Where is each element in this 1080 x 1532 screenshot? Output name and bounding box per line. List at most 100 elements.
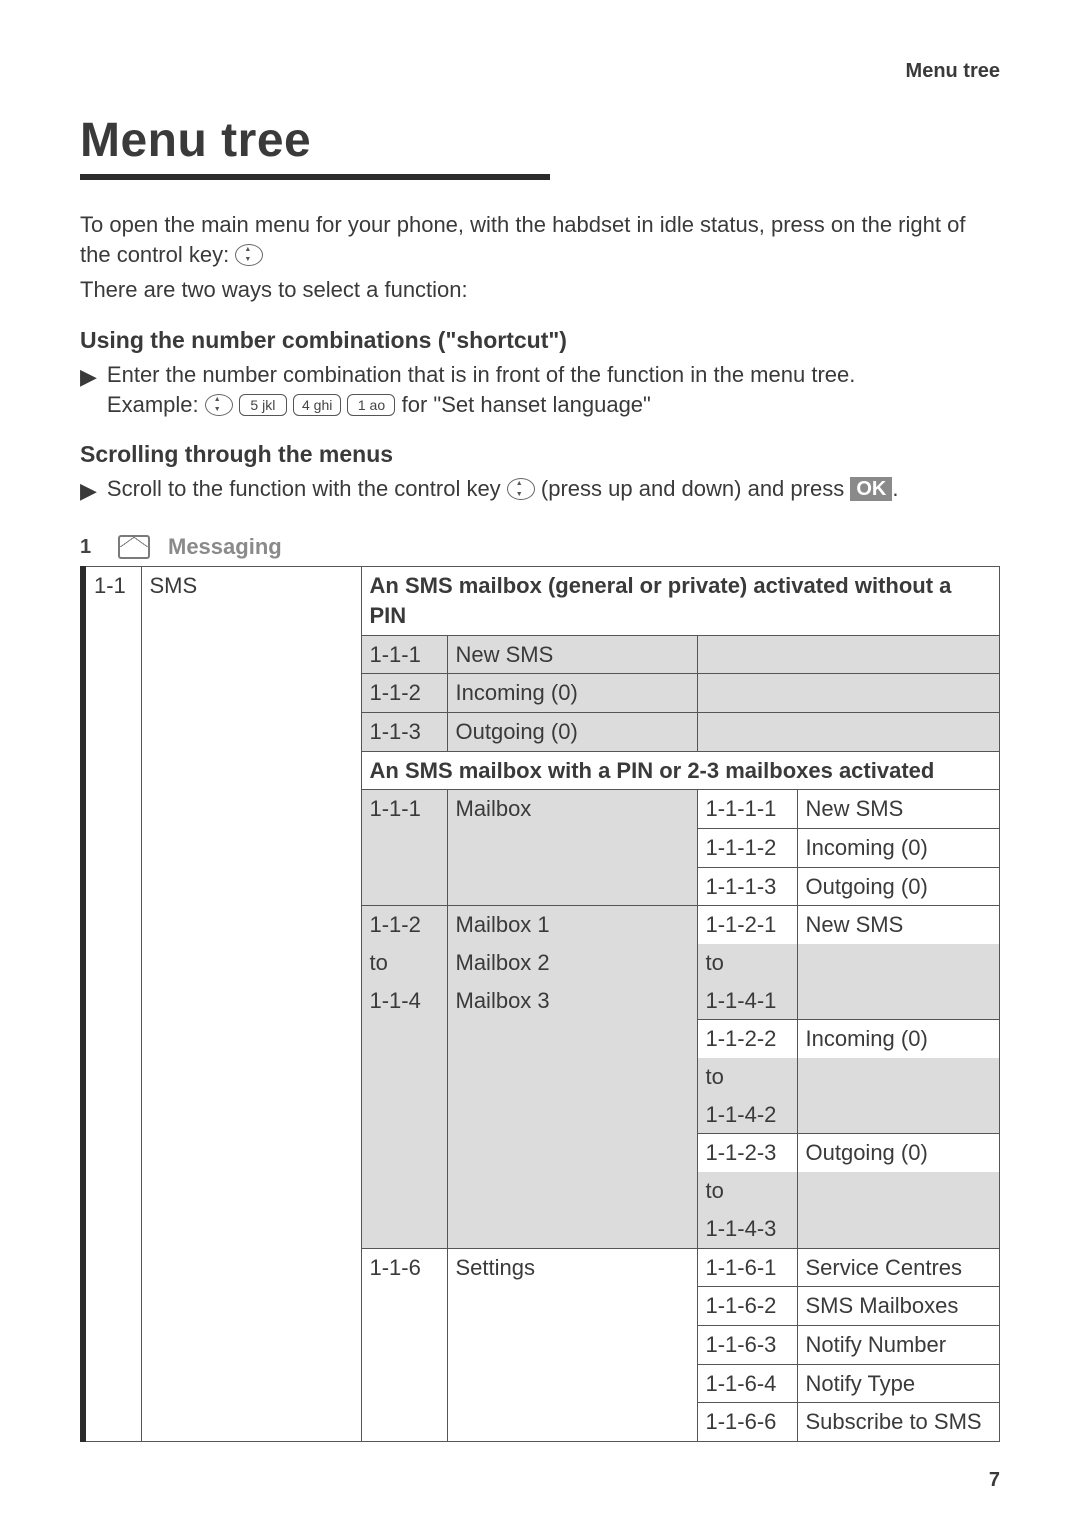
table-row: 1-1-6-6 Subscribe to SMS	[83, 1403, 1000, 1442]
key-1-icon: 1 ao	[347, 394, 395, 416]
cell-name: Incoming (0)	[447, 674, 697, 713]
cell-sub-index: 1-1-4-2	[697, 1096, 797, 1134]
cell-index: 1-1-2	[361, 906, 447, 944]
cell-sub-name: Outgoing (0)	[797, 867, 1000, 906]
cell-index: 1-1-4	[361, 982, 447, 1020]
triangle-bullet-icon: ▶	[80, 360, 97, 419]
scrolling-text-end: .	[892, 476, 898, 501]
table-row: 1-1-4-3	[83, 1210, 1000, 1248]
ok-key-icon: OK	[850, 477, 892, 501]
page-title: Menu tree	[80, 113, 1000, 168]
section-title: Messaging	[168, 534, 282, 560]
menu-tree-table: 1-1 SMS An SMS mailbox (general or priva…	[80, 566, 1000, 1442]
cell-subheader: An SMS mailbox (general or private) acti…	[361, 567, 1000, 635]
table-row: 1-1-4-2	[83, 1096, 1000, 1134]
cell-sub-name: SMS Mailboxes	[797, 1287, 1000, 1326]
cell-sub-name: New SMS	[797, 790, 1000, 829]
cell-index: 1-1	[83, 567, 141, 635]
cell-name: Mailbox 2	[447, 944, 697, 982]
page-number: 7	[989, 1469, 1000, 1492]
table-row: 1-1-6-3 Notify Number	[83, 1325, 1000, 1364]
cell-sub-index: 1-1-6-1	[697, 1248, 797, 1287]
cell-sub-index: 1-1-6-2	[697, 1287, 797, 1326]
table-row: to	[83, 1058, 1000, 1096]
table-row: 1-1-2 Incoming (0)	[83, 674, 1000, 713]
cell-sub-name: Incoming (0)	[797, 828, 1000, 867]
table-row: 1-1-6-4 Notify Type	[83, 1364, 1000, 1403]
cell-sub-index: 1-1-4-3	[697, 1210, 797, 1248]
cell-name: Mailbox 3	[447, 982, 697, 1020]
cell-sub-name: Incoming (0)	[797, 1020, 1000, 1058]
table-row: An SMS mailbox with a PIN or 2-3 mailbox…	[83, 751, 1000, 790]
cell-sub-index: 1-1-1-2	[697, 828, 797, 867]
intro-paragraph-1: To open the main menu for your phone, wi…	[80, 210, 1000, 269]
scrolling-text-pre: Scroll to the function with the control …	[107, 476, 507, 501]
table-row: 1-1-3 Outgoing (0)	[83, 712, 1000, 751]
cell-sub-index: 1-1-1-1	[697, 790, 797, 829]
triangle-bullet-icon: ▶	[80, 474, 97, 506]
shortcut-bullet: ▶ Enter the number combination that is i…	[80, 360, 1000, 419]
cell-sub-index: to	[697, 1058, 797, 1096]
section-number: 1	[80, 536, 100, 559]
cell-name: Mailbox 1	[447, 906, 697, 944]
section-1-label: 1 Messaging	[80, 534, 1000, 560]
cell-name: SMS	[141, 567, 361, 635]
key-4-icon: 4 ghi	[293, 394, 341, 416]
table-row: 1-1-2 Mailbox 1 1-1-2-1 New SMS	[83, 906, 1000, 944]
table-row: 1-1-2-3 Outgoing (0)	[83, 1134, 1000, 1172]
cell-sub-name: Outgoing (0)	[797, 1134, 1000, 1172]
cell-sub-index: 1-1-2-3	[697, 1134, 797, 1172]
intro-text-1: To open the main menu for your phone, wi…	[80, 212, 965, 267]
table-row: 1-1-4 Mailbox 3 1-1-4-1	[83, 982, 1000, 1020]
cell-index: 1-1-1	[361, 635, 447, 674]
shortcut-example-prefix: Example:	[107, 392, 205, 417]
cell-sub-index: 1-1-2-1	[697, 906, 797, 944]
scrolling-heading: Scrolling through the menus	[80, 441, 1000, 468]
table-row: 1-1 SMS An SMS mailbox (general or priva…	[83, 567, 1000, 635]
cell-sub-name: New SMS	[797, 906, 1000, 944]
cell-sub-index: 1-1-6-6	[697, 1403, 797, 1442]
cell-sub-name: Subscribe to SMS	[797, 1403, 1000, 1442]
cell-index: to	[361, 944, 447, 982]
intro-paragraph-2: There are two ways to select a function:	[80, 275, 1000, 305]
cell-sub-index: 1-1-2-2	[697, 1020, 797, 1058]
table-row: 1-1-1 Mailbox 1-1-1-1 New SMS	[83, 790, 1000, 829]
scrolling-bullet: ▶ Scroll to the function with the contro…	[80, 474, 1000, 506]
table-row: 1-1-6 Settings 1-1-6-1 Service Centres	[83, 1248, 1000, 1287]
envelope-icon	[118, 535, 150, 559]
running-header: Menu tree	[80, 60, 1000, 83]
cell-index: 1-1-1	[361, 790, 447, 829]
cell-sub-index: 1-1-6-4	[697, 1364, 797, 1403]
cell-sub-index: 1-1-4-1	[697, 982, 797, 1020]
cell-sub-name: Notify Number	[797, 1325, 1000, 1364]
cell-sub-name: Service Centres	[797, 1248, 1000, 1287]
cell-sub-name: Notify Type	[797, 1364, 1000, 1403]
table-row: 1-1-1-2 Incoming (0)	[83, 828, 1000, 867]
title-divider	[80, 174, 550, 180]
table-row: 1-1-1-3 Outgoing (0)	[83, 867, 1000, 906]
cell-index: 1-1-6	[361, 1248, 447, 1287]
cell-name: Mailbox	[447, 790, 697, 829]
table-row: 1-1-2-2 Incoming (0)	[83, 1020, 1000, 1058]
shortcut-heading: Using the number combinations ("shortcut…	[80, 327, 1000, 354]
table-row: to	[83, 1172, 1000, 1210]
cell-sub-index: to	[697, 1172, 797, 1210]
cell-sub-index: to	[697, 944, 797, 982]
cell-name: Outgoing (0)	[447, 712, 697, 751]
cell-index: 1-1-3	[361, 712, 447, 751]
key-5-icon: 5 jkl	[239, 394, 287, 416]
cell-name: New SMS	[447, 635, 697, 674]
table-row: to Mailbox 2 to	[83, 944, 1000, 982]
cell-subheader: An SMS mailbox with a PIN or 2-3 mailbox…	[361, 751, 1000, 790]
control-key-updown-icon	[507, 478, 535, 500]
shortcut-example-suffix: for "Set hanset language"	[402, 392, 651, 417]
cell-index: 1-1-2	[361, 674, 447, 713]
cell-sub-index: 1-1-1-3	[697, 867, 797, 906]
table-row: 1-1-1 New SMS	[83, 635, 1000, 674]
table-row: 1-1-6-2 SMS Mailboxes	[83, 1287, 1000, 1326]
cell-sub-index: 1-1-6-3	[697, 1325, 797, 1364]
control-key-icon	[205, 394, 233, 416]
cell-name: Settings	[447, 1248, 697, 1287]
control-key-icon	[235, 244, 263, 266]
scrolling-text-mid: (press up and down) and press	[541, 476, 850, 501]
